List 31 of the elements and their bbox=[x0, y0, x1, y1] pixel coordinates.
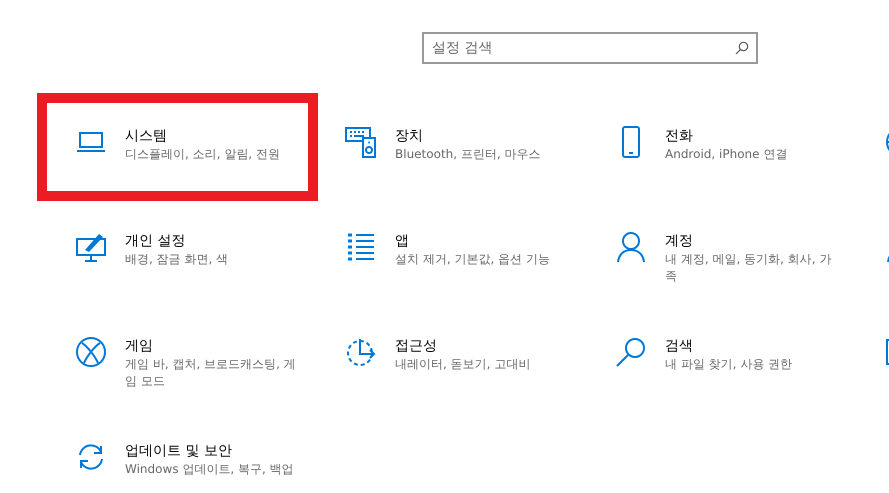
tile-description: 내레이터, 돋보기, 고대비 bbox=[395, 356, 532, 373]
tile-title: 게임 bbox=[125, 337, 154, 356]
monitor-brush-icon bbox=[75, 231, 107, 263]
tile-title: 검색 bbox=[665, 337, 694, 356]
keyboard-speaker-icon bbox=[345, 126, 377, 158]
tile-description: Windows 업데이트, 복구, 백업 bbox=[125, 461, 295, 478]
tile-description: 내 파일 찾기, 사용 권한 bbox=[665, 356, 794, 373]
tile-title: 접근성 bbox=[395, 337, 438, 356]
tile-description: 게임 바, 캡처, 브로드캐스팅, 게임 모드 bbox=[125, 356, 297, 390]
search-icon bbox=[615, 336, 647, 368]
tile-description: Android, iPhone 연결 bbox=[665, 146, 788, 163]
accessibility-icon bbox=[345, 336, 377, 368]
xbox-icon bbox=[75, 336, 107, 368]
tile-description: 배경, 잠금 화면, 색 bbox=[125, 251, 230, 268]
tile-description: 내 계정, 메일, 동기화, 회사, 가족 bbox=[665, 251, 832, 285]
tile-title: 전화 bbox=[665, 127, 694, 146]
tile-title: 업데이트 및 보안 bbox=[125, 442, 233, 461]
person-icon bbox=[615, 231, 647, 263]
list-icon bbox=[345, 231, 377, 263]
tile-title: 계정 bbox=[665, 232, 694, 251]
settings-tile[interactable]: 업데이트 및 보안 Windows 업데이트, 복구, 백업 bbox=[37, 408, 318, 493]
tile-title: 앱 bbox=[395, 232, 410, 251]
search-icon bbox=[735, 41, 749, 55]
tile-description: Bluetooth, 프린터, 마우스 bbox=[395, 146, 542, 163]
tile-title: 장치 bbox=[395, 127, 424, 146]
tile-title: 개인 설정 bbox=[125, 232, 186, 251]
settings-tile[interactable]: 시스템 디스플레이, 소리, 알림, 전원 bbox=[37, 93, 318, 201]
tile-description: 디스플레이, 소리, 알림, 전원 bbox=[125, 146, 281, 163]
search-field[interactable]: 설정 검색 bbox=[422, 32, 758, 64]
tile-description: 설치 제거, 기본값, 옵션 기능 bbox=[395, 251, 551, 268]
tile-title: 시스템 bbox=[125, 127, 168, 146]
